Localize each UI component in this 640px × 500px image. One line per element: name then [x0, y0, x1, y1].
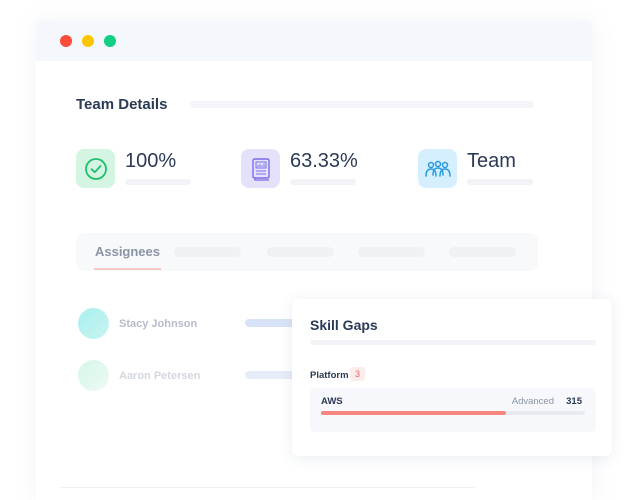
skill-gaps-card: Skill Gaps Platform 3 AWS Advanced 315 [292, 299, 612, 456]
stat-completion: 100% [76, 149, 191, 188]
assignee-row[interactable]: Stacy Johnson [78, 308, 197, 339]
skill-progress-track [321, 411, 585, 415]
maximize-window-button[interactable] [104, 35, 116, 47]
team-people-icon [418, 149, 457, 188]
tab-bar: Assignees [76, 233, 538, 271]
stat-value: 100% [125, 150, 177, 172]
stat-score: 63.33% [241, 149, 358, 188]
title-bar [36, 21, 592, 61]
category-label: Platform [310, 370, 349, 381]
report-book-icon [241, 149, 280, 188]
team-details-title: Team Details [76, 96, 168, 113]
close-window-button[interactable] [60, 35, 72, 47]
skill-level: Advanced [511, 396, 554, 407]
divider [60, 487, 475, 488]
skill-row[interactable]: AWS Advanced 315 [310, 388, 596, 432]
avatar [78, 360, 109, 391]
minimize-window-button[interactable] [82, 35, 94, 47]
tab-placeholder[interactable] [449, 247, 516, 257]
stat-placeholder-bar [125, 179, 191, 185]
tab-placeholder[interactable] [267, 247, 334, 257]
assignee-name: Aaron Petersen [119, 369, 201, 382]
skill-name: AWS [321, 396, 343, 407]
title-placeholder-bar [190, 101, 534, 108]
category-count-badge: 3 [350, 367, 365, 381]
tab-placeholder[interactable] [174, 247, 241, 257]
stat-team: Team [418, 149, 533, 188]
tab-assignees[interactable]: Assignees [94, 233, 161, 271]
skill-score: 315 [566, 396, 582, 407]
skill-progress-fill [321, 411, 506, 415]
active-tab-indicator [94, 268, 161, 270]
tab-placeholder[interactable] [358, 247, 425, 257]
assignee-name: Stacy Johnson [119, 317, 198, 330]
stat-placeholder-bar [467, 179, 533, 185]
skill-gaps-placeholder-bar [310, 340, 596, 345]
avatar [78, 308, 109, 339]
stat-value: Team [467, 150, 516, 172]
stat-placeholder-bar [290, 179, 356, 185]
stat-value: 63.33% [290, 150, 358, 172]
check-circle-icon [76, 149, 115, 188]
skill-gaps-title: Skill Gaps [310, 317, 378, 333]
assignee-row[interactable]: Aaron Petersen [78, 360, 200, 391]
